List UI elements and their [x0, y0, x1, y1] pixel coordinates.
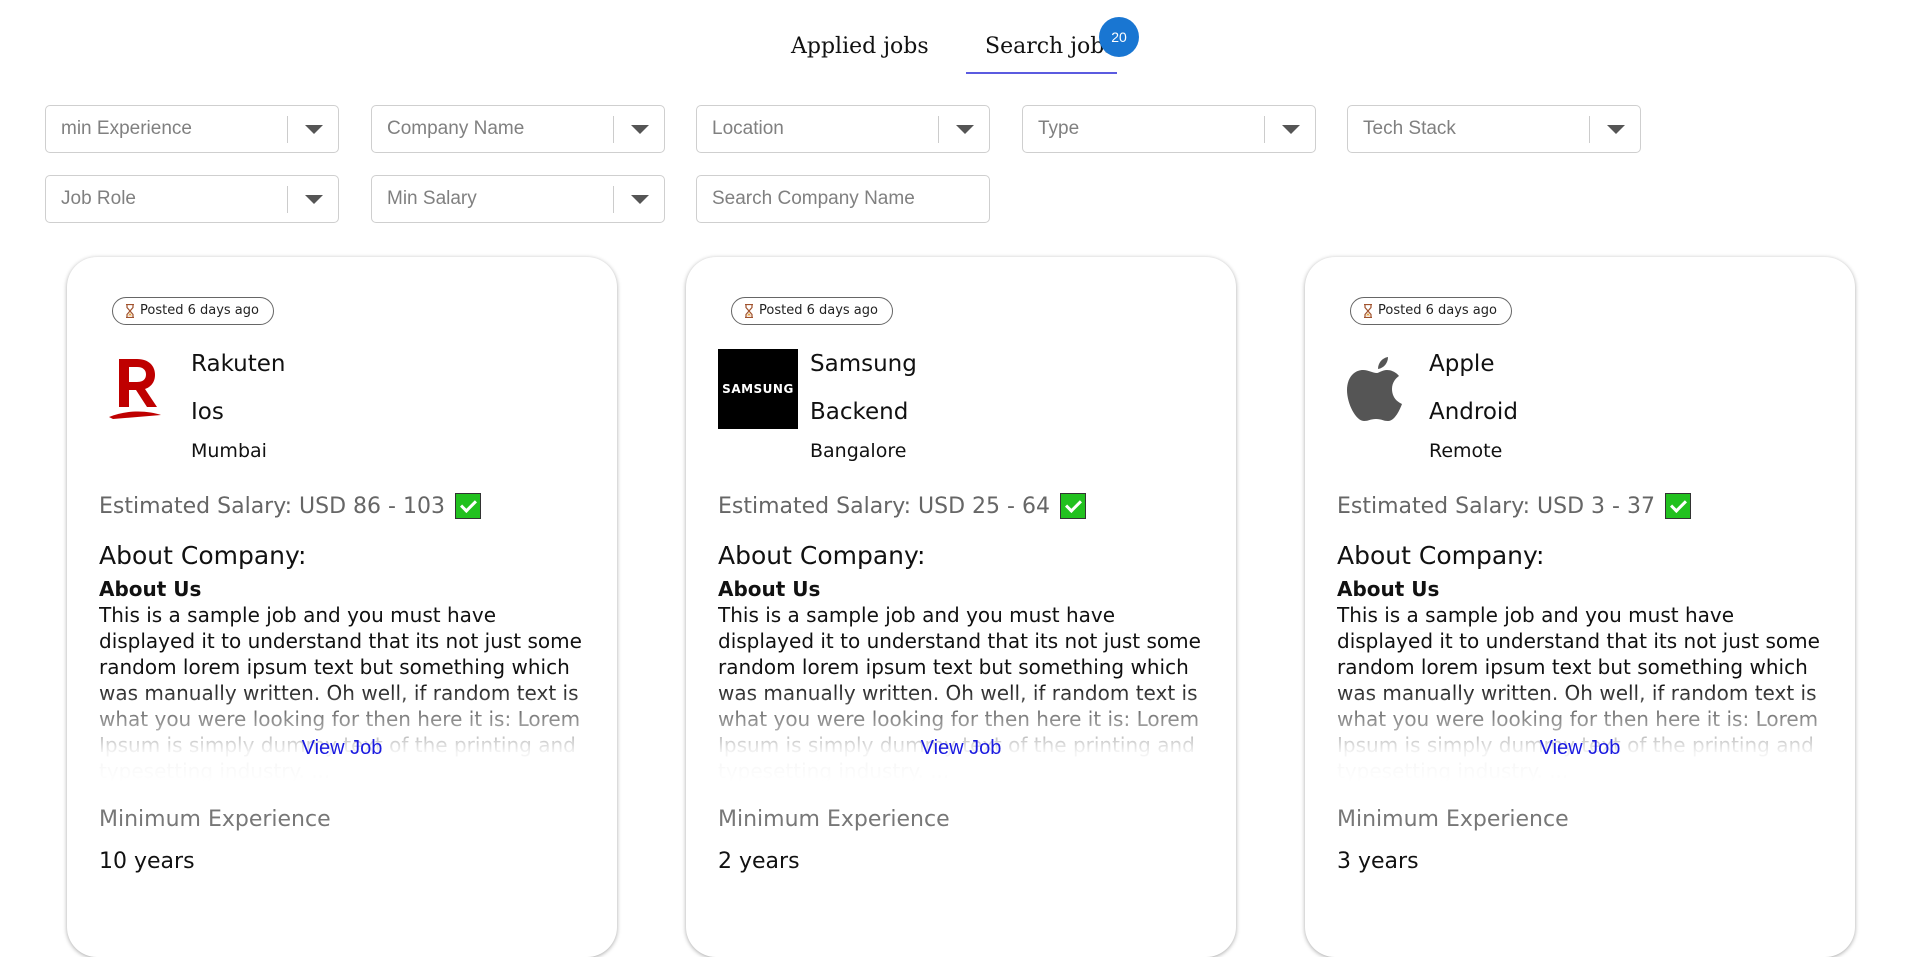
tab-applied-jobs[interactable]: Applied jobs	[791, 34, 929, 59]
salary-text: Estimated Salary: USD 3 - 37	[1337, 493, 1655, 519]
min-experience-value: 2 years	[718, 849, 800, 874]
posted-badge: Posted 6 days ago	[1350, 297, 1512, 325]
chevron-down-icon[interactable]	[305, 195, 323, 204]
location-placeholder: Location	[712, 118, 784, 139]
tech-stack-placeholder: Tech Stack	[1363, 118, 1456, 139]
check-icon	[454, 493, 481, 519]
description-fade	[718, 682, 1208, 782]
salary-text: Estimated Salary: USD 86 - 103	[99, 493, 445, 519]
min-experience-label: Minimum Experience	[718, 807, 950, 832]
hourglass-icon	[126, 304, 134, 318]
tab-search-jobs[interactable]: Search jobs	[985, 34, 1116, 59]
chevron-down-icon[interactable]	[631, 195, 649, 204]
select-separator	[287, 116, 288, 143]
select-separator	[938, 116, 939, 143]
job-role: Ios	[191, 399, 224, 425]
company-name-placeholder: Company Name	[387, 118, 525, 139]
search-company-placeholder: Search Company Name	[712, 188, 915, 209]
select-separator	[1264, 116, 1265, 143]
job-location: Bangalore	[810, 440, 907, 462]
chevron-down-icon[interactable]	[1607, 125, 1625, 134]
estimated-salary: Estimated Salary: USD 3 - 37	[1337, 493, 1691, 519]
type-select[interactable]: Type	[1022, 105, 1316, 153]
job-role-placeholder: Job Role	[61, 188, 136, 209]
job-location: Mumbai	[191, 440, 267, 462]
salary-text: Estimated Salary: USD 25 - 64	[718, 493, 1050, 519]
job-role: Android	[1429, 399, 1518, 425]
select-separator	[613, 186, 614, 213]
chevron-down-icon[interactable]	[305, 125, 323, 134]
check-icon	[1059, 493, 1086, 519]
min-experience-label: Minimum Experience	[1337, 807, 1569, 832]
posted-badge: Posted 6 days ago	[112, 297, 274, 325]
job-location: Remote	[1429, 440, 1503, 462]
hourglass-icon	[745, 304, 753, 318]
about-us-heading: About Us	[1337, 577, 1440, 601]
hourglass-icon	[1364, 304, 1372, 318]
job-card: Posted 6 days ago Rakuten Ios Mumbai Est…	[67, 257, 617, 957]
chevron-down-icon[interactable]	[956, 125, 974, 134]
select-separator	[1589, 116, 1590, 143]
min-experience-placeholder: min Experience	[61, 118, 192, 139]
min-salary-placeholder: Min Salary	[387, 188, 477, 209]
samsung-logo: SAMSUNG	[718, 349, 798, 429]
apple-logo	[1347, 357, 1402, 421]
chevron-down-icon[interactable]	[631, 125, 649, 134]
type-placeholder: Type	[1038, 118, 1080, 139]
about-us-heading: About Us	[718, 577, 821, 601]
about-company-heading: About Company:	[99, 541, 307, 570]
view-job-link[interactable]: View Job	[686, 737, 1236, 760]
description-fade	[99, 682, 589, 782]
view-job-link[interactable]: View Job	[67, 737, 617, 760]
posted-text: Posted 6 days ago	[759, 303, 878, 318]
select-separator	[613, 116, 614, 143]
active-tab-indicator	[966, 72, 1117, 74]
job-card: Posted 6 days ago SAMSUNG Samsung Backen…	[686, 257, 1236, 957]
select-separator	[287, 186, 288, 213]
description-fade	[1337, 682, 1827, 782]
tech-stack-select[interactable]: Tech Stack	[1347, 105, 1641, 153]
job-count-badge: 20	[1099, 17, 1139, 57]
check-icon	[1664, 493, 1691, 519]
about-company-heading: About Company:	[718, 541, 926, 570]
min-experience-value: 10 years	[99, 849, 195, 874]
company-name: Rakuten	[191, 351, 286, 377]
posted-text: Posted 6 days ago	[1378, 303, 1497, 318]
job-role: Backend	[810, 399, 909, 425]
min-salary-select[interactable]: Min Salary	[371, 175, 665, 223]
posted-text: Posted 6 days ago	[140, 303, 259, 318]
about-company-heading: About Company:	[1337, 541, 1545, 570]
posted-badge: Posted 6 days ago	[731, 297, 893, 325]
company-name-select[interactable]: Company Name	[371, 105, 665, 153]
search-company-input[interactable]: Search Company Name	[696, 175, 990, 223]
job-card: Posted 6 days ago Apple Android Remote E…	[1305, 257, 1855, 957]
location-select[interactable]: Location	[696, 105, 990, 153]
chevron-down-icon[interactable]	[1282, 125, 1300, 134]
about-us-heading: About Us	[99, 577, 202, 601]
min-experience-label: Minimum Experience	[99, 807, 331, 832]
company-name: Apple	[1429, 351, 1495, 377]
samsung-logo-text: SAMSUNG	[722, 382, 794, 396]
rakuten-logo	[109, 359, 161, 419]
min-experience-value: 3 years	[1337, 849, 1419, 874]
view-job-link[interactable]: View Job	[1305, 737, 1855, 760]
estimated-salary: Estimated Salary: USD 86 - 103	[99, 493, 481, 519]
min-experience-select[interactable]: min Experience	[45, 105, 339, 153]
job-role-select[interactable]: Job Role	[45, 175, 339, 223]
estimated-salary: Estimated Salary: USD 25 - 64	[718, 493, 1086, 519]
job-tabs: Applied jobs Search jobs 20	[0, 0, 1920, 80]
company-name: Samsung	[810, 351, 917, 377]
